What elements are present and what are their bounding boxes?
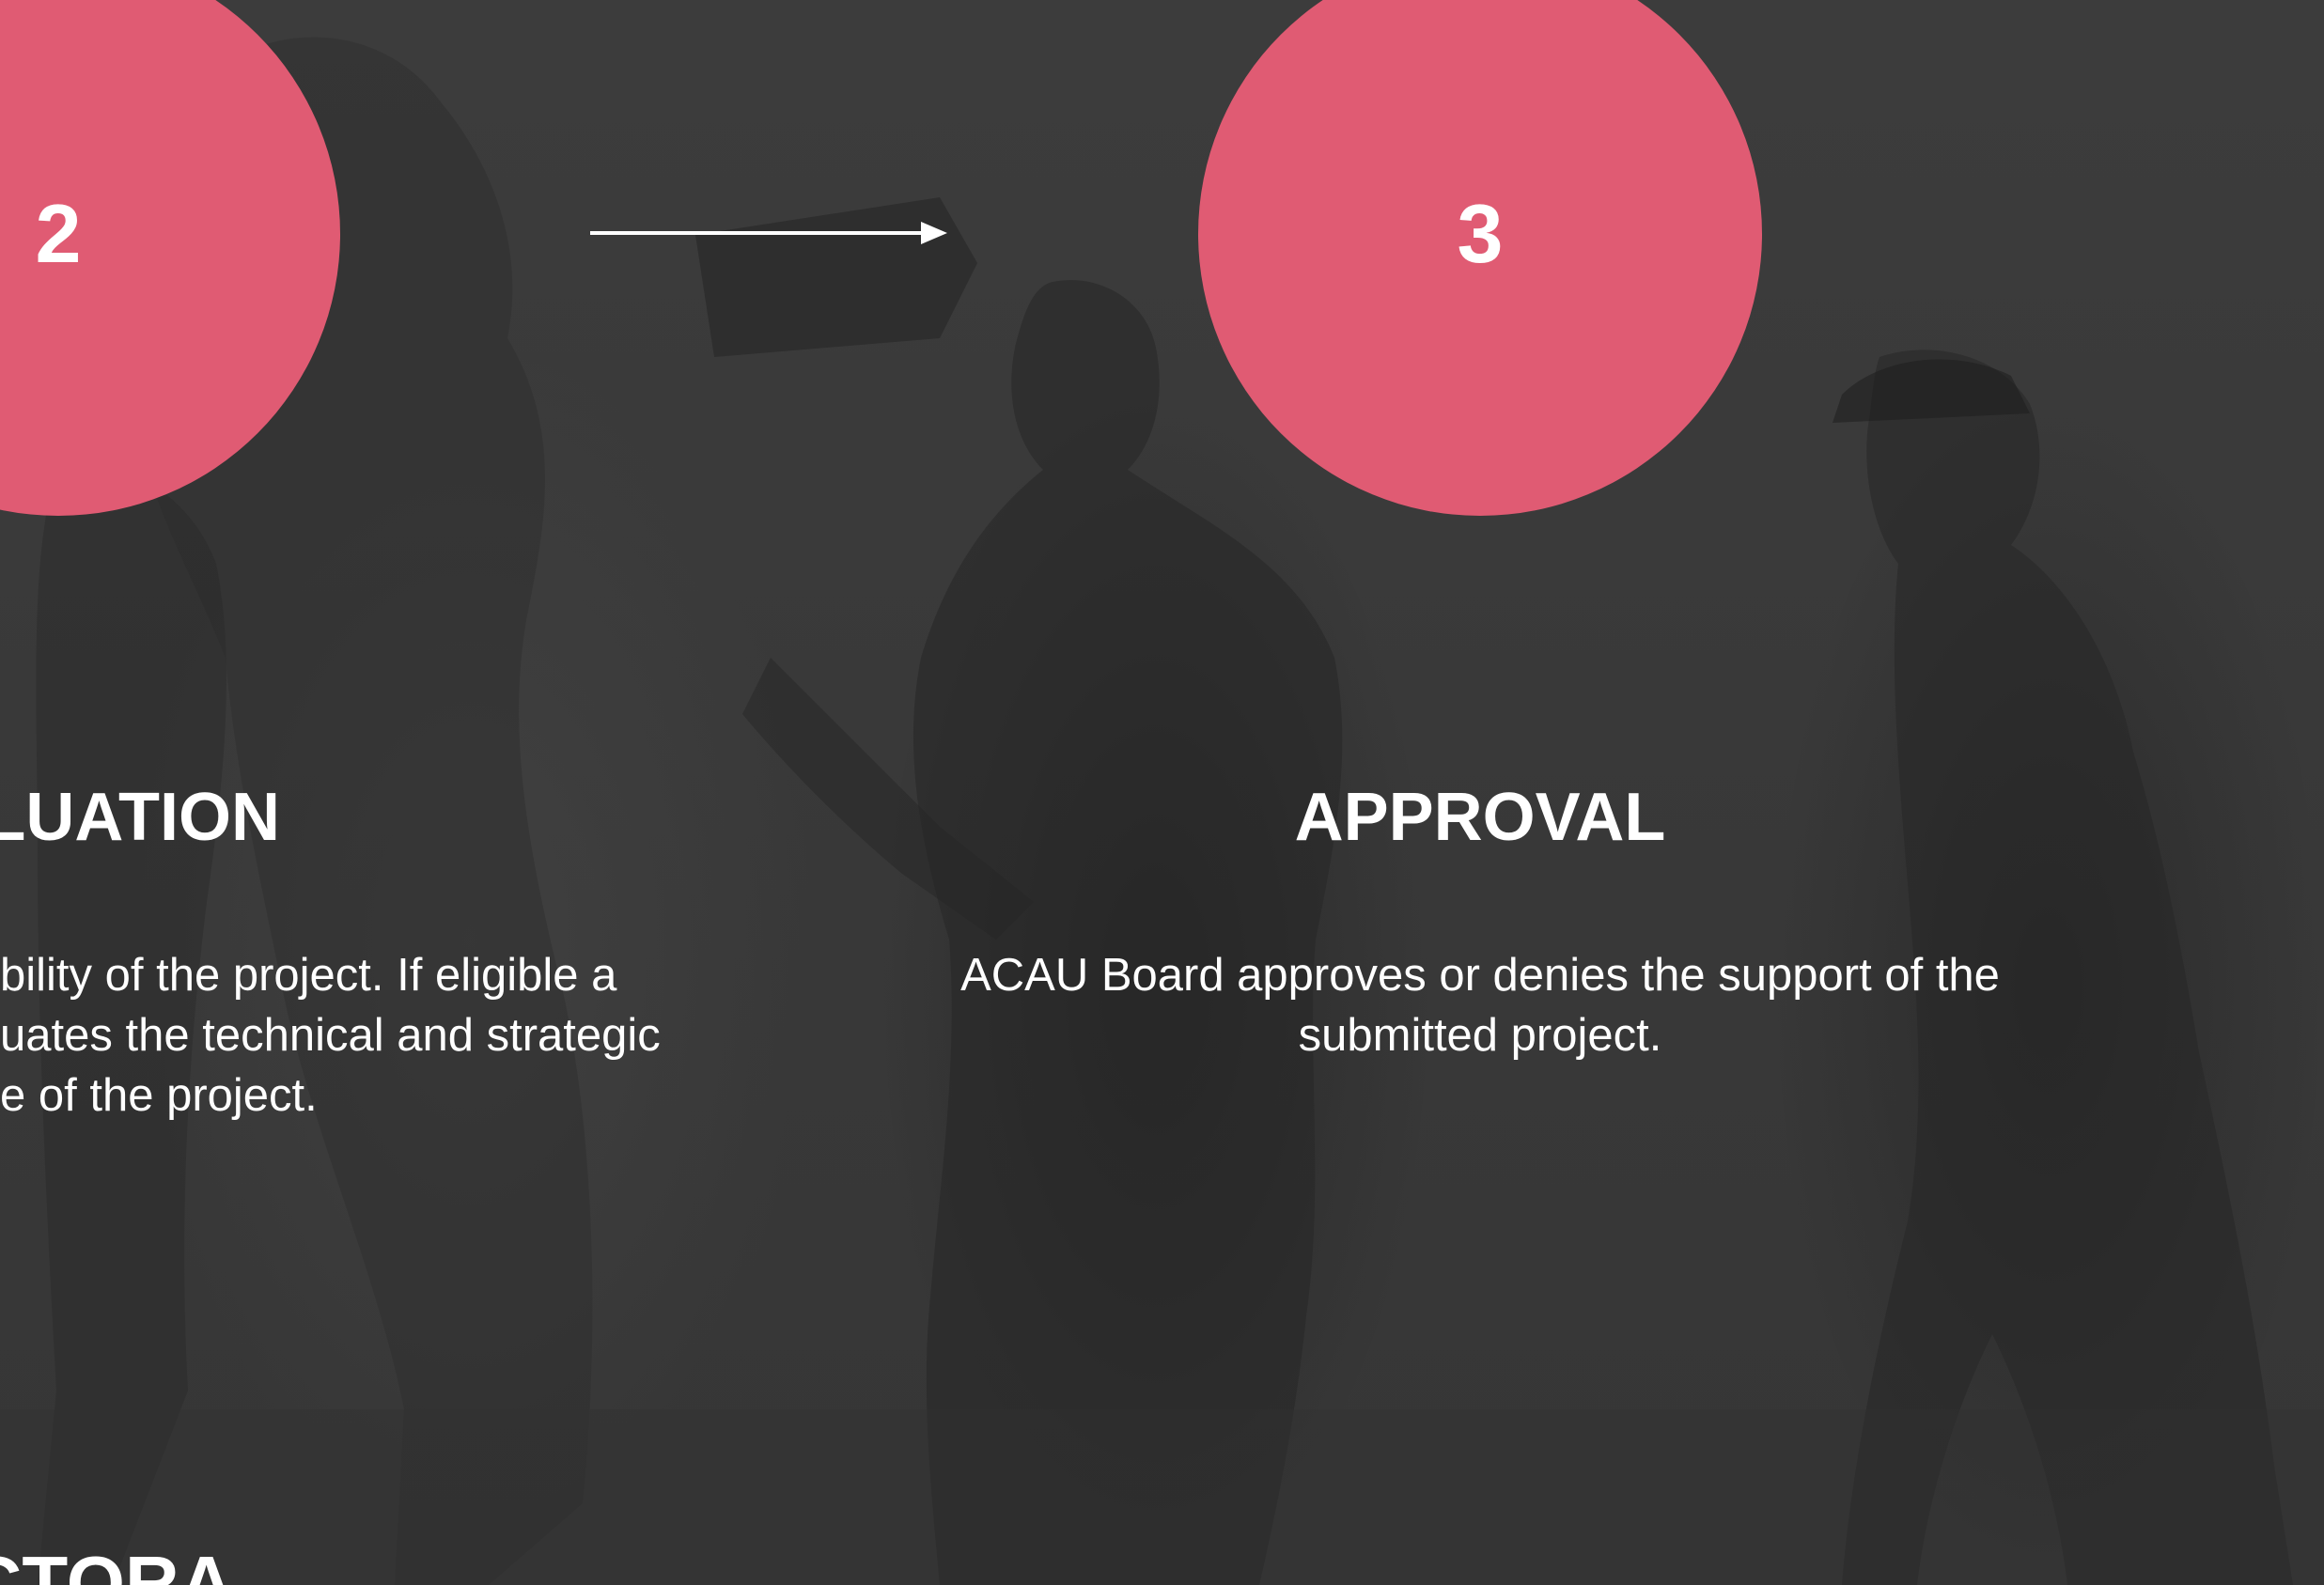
step-2-description: bility of the project. If eligible a uat… — [0, 945, 705, 1126]
step-3-circle: 3 — [1198, 0, 1762, 516]
footer-brand-text: DUCTORA — [0, 1541, 234, 1585]
step-3-description-line: ACAU Board approves or denies the suppor… — [960, 950, 2000, 1001]
step-2-description-line: bility of the project. If eligible a — [0, 950, 617, 1001]
step-2-circle: 2 — [0, 0, 340, 516]
step-2-number: 2 — [35, 187, 82, 280]
arrow-right-icon — [590, 222, 947, 244]
step-2-description-line: e of the project. — [0, 1070, 318, 1121]
step-3-number: 3 — [1457, 187, 1504, 280]
step-2-title: LUATION — [0, 780, 280, 855]
step-3-description-line: submitted project. — [1298, 1010, 1662, 1061]
step-3-title: APPROVAL — [1294, 780, 1666, 855]
step-2-description-line: uates the technical and strategic — [0, 1010, 661, 1061]
step-3-description: ACAU Board approves or denies the suppor… — [893, 945, 2067, 1065]
background-photo — [0, 37, 2324, 1585]
process-slide: 2 3 LUATION APPROVAL bility of the proje… — [0, 0, 2324, 1585]
